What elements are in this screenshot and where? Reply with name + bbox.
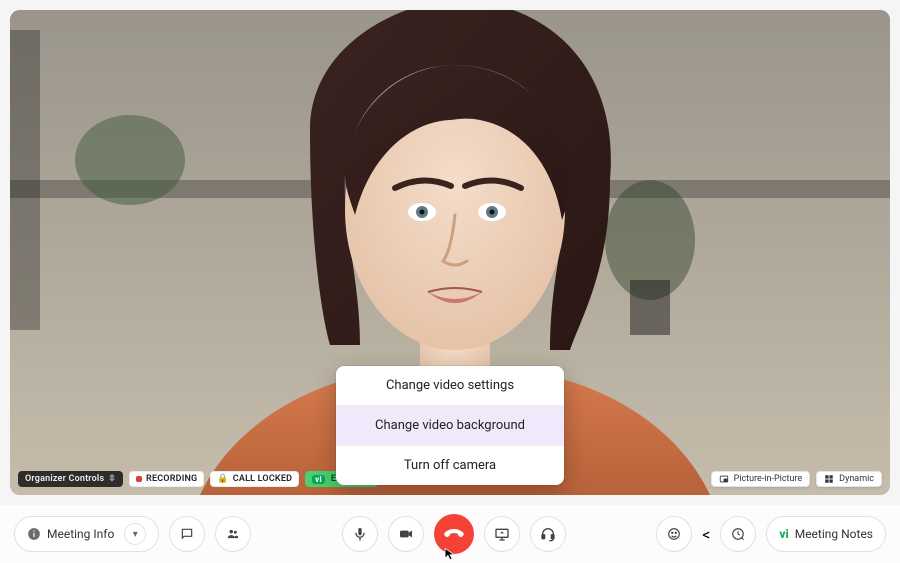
mic-button[interactable]	[342, 516, 378, 552]
participant-video: Organizer Controls ⇳ RECORDING 🔒 CALL LO…	[10, 10, 890, 495]
hangup-icon	[444, 524, 464, 544]
vi-badge-icon: vi	[312, 475, 325, 484]
people-icon	[226, 527, 240, 541]
present-button[interactable]	[484, 516, 520, 552]
call-locked-label: CALL LOCKED	[233, 474, 292, 484]
lock-icon: 🔒	[217, 474, 228, 484]
pip-icon	[719, 474, 729, 484]
status-pills-left: Organizer Controls ⇳ RECORDING 🔒 CALL LO…	[18, 471, 378, 487]
video-call-screen: { "status": { "organizer_controls": "Org…	[0, 0, 900, 563]
video-options-menu: Change video settings Change video backg…	[336, 366, 564, 485]
picture-in-picture-button[interactable]: Picture-in-Picture	[711, 471, 811, 487]
recording-label: RECORDING	[146, 474, 197, 484]
emoji-icon	[667, 527, 681, 541]
camera-button[interactable]	[388, 516, 424, 552]
grid-icon	[824, 474, 834, 484]
organizer-controls-pill[interactable]: Organizer Controls ⇳	[18, 471, 123, 487]
dynamic-view-button[interactable]: Dynamic	[816, 471, 882, 487]
chevron-down-icon[interactable]: ▾	[124, 523, 146, 545]
meeting-info-button[interactable]: Meeting Info ▾	[14, 516, 159, 552]
info-icon	[27, 527, 41, 541]
camera-icon	[398, 526, 414, 542]
chat-icon	[180, 527, 194, 541]
reactions-button[interactable]	[656, 516, 692, 552]
participants-button[interactable]	[215, 516, 251, 552]
organizer-controls-label: Organizer Controls	[25, 474, 104, 484]
meeting-notes-button[interactable]: vi Meeting Notes	[766, 516, 886, 552]
headset-icon	[540, 526, 556, 542]
menu-change-video-settings[interactable]: Change video settings	[336, 366, 564, 405]
recording-pill[interactable]: RECORDING	[129, 471, 204, 487]
expand-icon: ⇳	[108, 474, 116, 484]
menu-change-video-background[interactable]: Change video background	[336, 405, 564, 445]
mic-icon	[352, 526, 368, 542]
toolbar-left: Meeting Info ▾	[14, 516, 251, 552]
record-icon	[136, 476, 142, 482]
toolbar-right: < vi Meeting Notes	[656, 516, 886, 552]
meeting-info-label: Meeting Info	[47, 527, 114, 541]
poll-button[interactable]	[720, 516, 756, 552]
vi-logo-icon: vi	[779, 527, 788, 541]
poll-icon	[731, 527, 745, 541]
call-locked-pill[interactable]: 🔒 CALL LOCKED	[210, 471, 299, 487]
headset-button[interactable]	[530, 516, 566, 552]
menu-turn-off-camera[interactable]: Turn off camera	[336, 445, 564, 485]
dynamic-label: Dynamic	[839, 474, 874, 484]
chat-button[interactable]	[169, 516, 205, 552]
present-icon	[494, 526, 510, 542]
status-pills-right: Picture-in-Picture Dynamic	[711, 471, 882, 487]
meeting-notes-label: Meeting Notes	[795, 527, 873, 541]
cursor-icon	[443, 547, 457, 561]
pip-label: Picture-in-Picture	[734, 474, 803, 484]
